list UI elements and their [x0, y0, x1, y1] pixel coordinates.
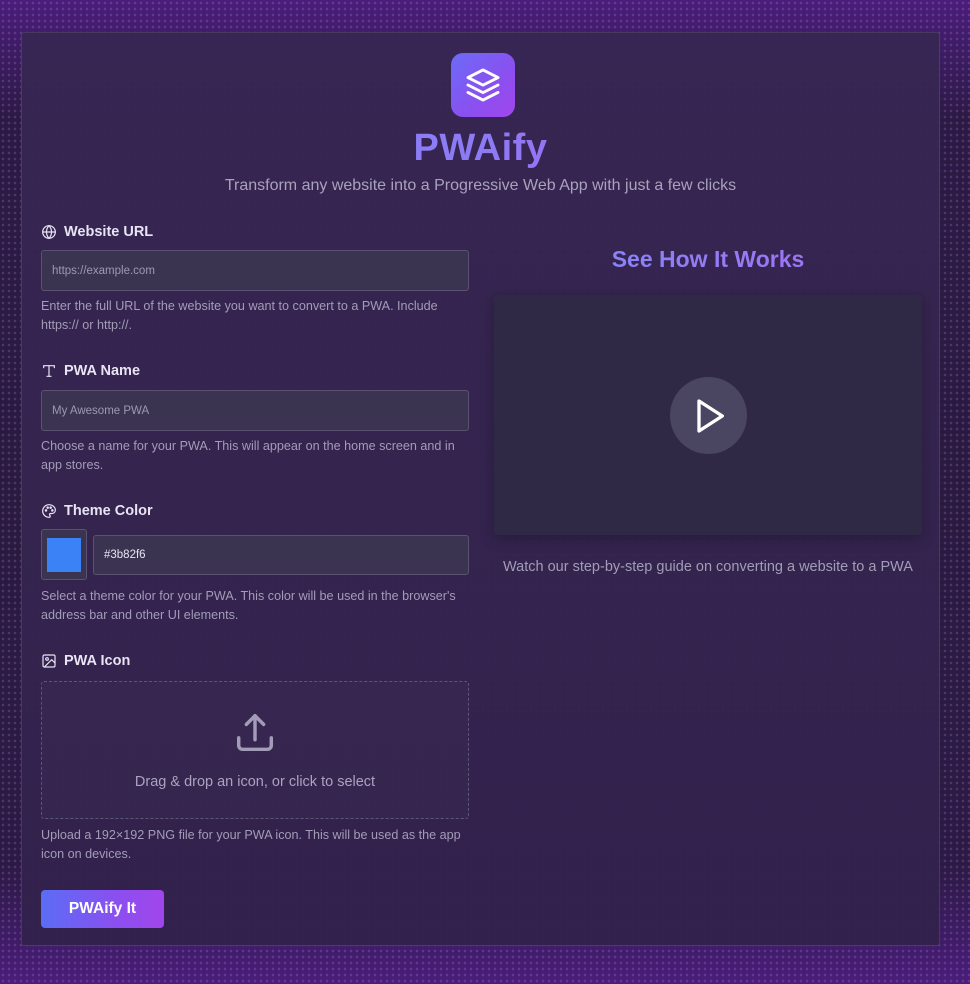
globe-icon [42, 224, 56, 240]
pwa-name-label-text: PWA Name [64, 363, 141, 379]
theme-color-input[interactable] [93, 535, 469, 575]
theme-color-swatch [47, 537, 81, 572]
layers-icon [466, 68, 500, 102]
pwa-icon-label: PWA Icon [41, 653, 130, 669]
theme-color-label-text: Theme Color [64, 503, 153, 519]
pwa-name-input[interactable] [41, 390, 469, 431]
image-icon [42, 654, 56, 668]
type-icon [43, 365, 55, 377]
video-caption: Watch our step-by-step guide on converti… [503, 559, 913, 575]
play-icon [696, 398, 724, 433]
theme-color-help: Select a theme color for your PWA. This … [41, 589, 456, 622]
video-player[interactable] [494, 295, 922, 535]
main-card: PWAify Transform any website into a Prog… [21, 32, 940, 946]
app-logo [451, 53, 515, 117]
website-url-input[interactable] [41, 250, 469, 291]
app-title: PWAify [22, 127, 939, 170]
icon-dropzone[interactable]: Drag & drop an icon, or click to select [41, 681, 469, 819]
pwa-icon-help: Upload a 192×192 PNG file for your PWA i… [41, 828, 461, 861]
pwa-icon-label-text: PWA Icon [64, 653, 131, 669]
theme-color-label: Theme Color [41, 503, 153, 519]
website-url-help: Enter the full URL of the website you wa… [41, 299, 438, 332]
website-url-label: Website URL [41, 224, 153, 240]
how-it-works-title: See How It Works [494, 246, 922, 273]
website-url-label-text: Website URL [64, 224, 154, 240]
theme-color-picker[interactable] [41, 529, 87, 580]
palette-icon [42, 504, 56, 518]
pwa-name-label: PWA Name [41, 363, 140, 379]
pwaify-button[interactable]: PWAify It [41, 890, 164, 928]
pwa-name-help: Choose a name for your PWA. This will ap… [41, 439, 455, 472]
app-subtitle: Transform any website into a Progressive… [224, 177, 737, 194]
dropzone-text: Drag & drop an icon, or click to select [134, 774, 376, 790]
play-button[interactable] [670, 377, 747, 454]
upload-icon [236, 714, 274, 752]
